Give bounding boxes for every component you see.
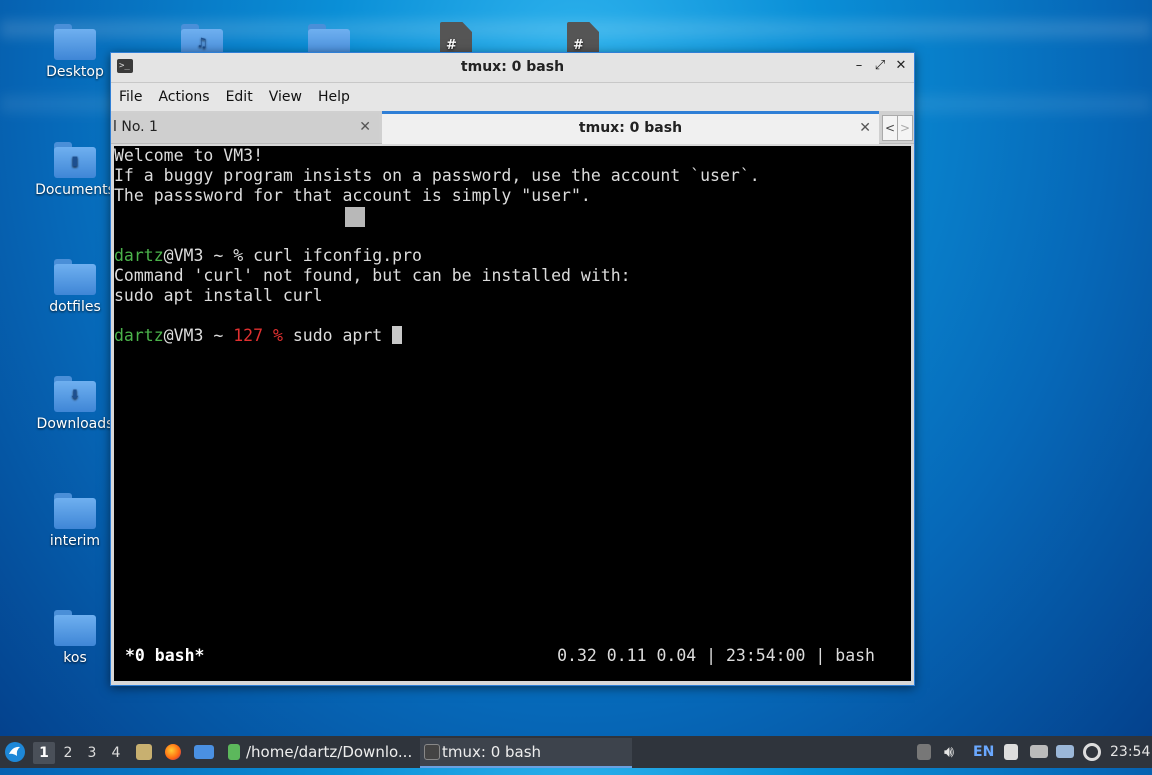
menu-file[interactable]: File [111, 83, 150, 111]
terminal-output[interactable]: Welcome to VM3! If a buggy program insis… [114, 146, 911, 681]
storage-icon[interactable] [917, 744, 931, 760]
terminal-line: The passsword for that account is simply… [114, 186, 591, 205]
task-label: /home/dartz/Downlo... [246, 743, 413, 761]
app-menu-button[interactable] [4, 736, 28, 768]
maximize-button[interactable]: ⤢ [871, 57, 889, 75]
tab-close-icon[interactable]: ✕ [359, 113, 371, 141]
documents-folder-icon: ▮ [54, 142, 96, 178]
prompt-command: curl ifconfig.pro [253, 246, 422, 265]
terminal-icon [424, 744, 440, 760]
desktop-icon-label: Downloads [36, 416, 114, 432]
task-tmux[interactable]: tmux: 0 bash [420, 738, 632, 768]
update-notifier-icon[interactable] [1083, 743, 1101, 761]
prompt-host: @VM3 ~ [163, 246, 234, 265]
desktop-icon-interim[interactable]: interim [35, 493, 115, 549]
task-downloads[interactable]: /home/dartz/Downlo... [224, 738, 432, 766]
tab-shell-1[interactable]: l No. 1 ✕ [113, 113, 379, 141]
window-titlebar[interactable]: >_ tmux: 0 bash – ⤢ ✕ [111, 53, 914, 83]
clipboard-icon[interactable] [1004, 744, 1018, 760]
prompt-host: @VM3 ~ [163, 326, 234, 345]
workspace-4[interactable]: 4 [105, 742, 127, 764]
folder-icon [54, 259, 96, 295]
terminal-prompt-line: dartz@VM3 ~ % curl ifconfig.pro [114, 246, 422, 266]
desktop-icon-label: Documents [35, 182, 115, 198]
terminal-line: Command 'curl' not found, but can be ins… [114, 266, 631, 285]
menu-view[interactable]: View [261, 83, 310, 111]
tab-scroll-right-button[interactable]: > [897, 115, 913, 141]
tmux-status-window: *0 bash* [125, 646, 205, 665]
prompt-exit-code: 127 % [233, 326, 293, 345]
terminal-cursor [392, 326, 403, 344]
tab-label: tmux: 0 bash [578, 120, 683, 136]
prompt-symbol: % [233, 246, 254, 265]
minimize-button[interactable]: – [850, 57, 868, 75]
desktop-icon-label: interim [49, 533, 101, 549]
show-desktop-icon[interactable] [194, 745, 214, 759]
desktop-icon-label: dotfiles [49, 299, 101, 315]
tab-bar: l No. 1 ✕ tmux: 0 bash ✕ < > [111, 111, 914, 144]
firefox-icon[interactable] [165, 744, 181, 760]
desktop-icon-label: Desktop [46, 64, 104, 80]
display-icon[interactable] [1056, 745, 1074, 758]
tab-label: l No. 1 [113, 119, 158, 135]
network-icon[interactable] [1030, 745, 1048, 758]
prompt-user: dartz [114, 326, 164, 345]
tab-scroll-left-button[interactable]: < [882, 115, 898, 141]
prompt-user: dartz [114, 246, 164, 265]
file-manager-icon[interactable] [136, 744, 152, 760]
desktop-icon-dotfiles[interactable]: dotfiles [35, 259, 115, 315]
volume-icon[interactable]: 🔊︎ [944, 736, 954, 768]
menu-help[interactable]: Help [310, 83, 358, 111]
window-title: tmux: 0 bash [460, 59, 565, 75]
keyboard-layout-indicator[interactable]: EN [973, 736, 994, 768]
close-button[interactable]: ✕ [892, 57, 910, 75]
tab-close-icon[interactable]: ✕ [859, 114, 871, 142]
prompt-command: sudo aprt [292, 326, 393, 345]
terminal-prompt-line: dartz@VM3 ~ 127 % sudo aprt [114, 326, 403, 346]
terminal-window: >_ tmux: 0 bash – ⤢ ✕ File Actions Edit Vie… [110, 52, 915, 686]
desktop-icon-documents[interactable]: ▮ Documents [35, 142, 115, 198]
downloads-folder-icon: ⬇ [54, 376, 96, 412]
menu-bar: File Actions Edit View Help [111, 83, 914, 111]
terminal-line: sudo apt install curl [114, 286, 323, 305]
menu-edit[interactable]: Edit [218, 83, 261, 111]
workspace-2[interactable]: 2 [57, 742, 79, 764]
menu-actions[interactable]: Actions [150, 83, 217, 111]
terminal-line: Welcome to VM3! [114, 146, 264, 165]
clock[interactable]: 23:54 [1110, 736, 1150, 768]
taskbar: 1 2 3 4 /home/dartz/Downlo... tmux: 0 ba… [0, 736, 1152, 768]
lubuntu-logo-icon [5, 742, 25, 762]
workspace-1[interactable]: 1 [33, 742, 55, 764]
task-label: tmux: 0 bash [442, 743, 542, 761]
stale-cursor-block [345, 207, 365, 227]
tab-tmux[interactable]: tmux: 0 bash ✕ [382, 111, 879, 144]
folder-icon [54, 493, 96, 529]
desktop-icon-kos[interactable]: kos [35, 610, 115, 666]
desktop-icon-desktop[interactable]: Desktop [35, 24, 115, 80]
terminal-icon [228, 744, 240, 760]
folder-icon [54, 24, 96, 60]
terminal-line: If a buggy program insists on a password… [114, 166, 760, 185]
workspace-3[interactable]: 3 [81, 742, 103, 764]
tmux-status-info: 0.32 0.11 0.04 | 23:54:00 | bash [557, 646, 875, 665]
desktop-icon-label: kos [63, 650, 87, 666]
desktop-icon-downloads[interactable]: ⬇ Downloads [35, 376, 115, 432]
folder-icon [54, 610, 96, 646]
